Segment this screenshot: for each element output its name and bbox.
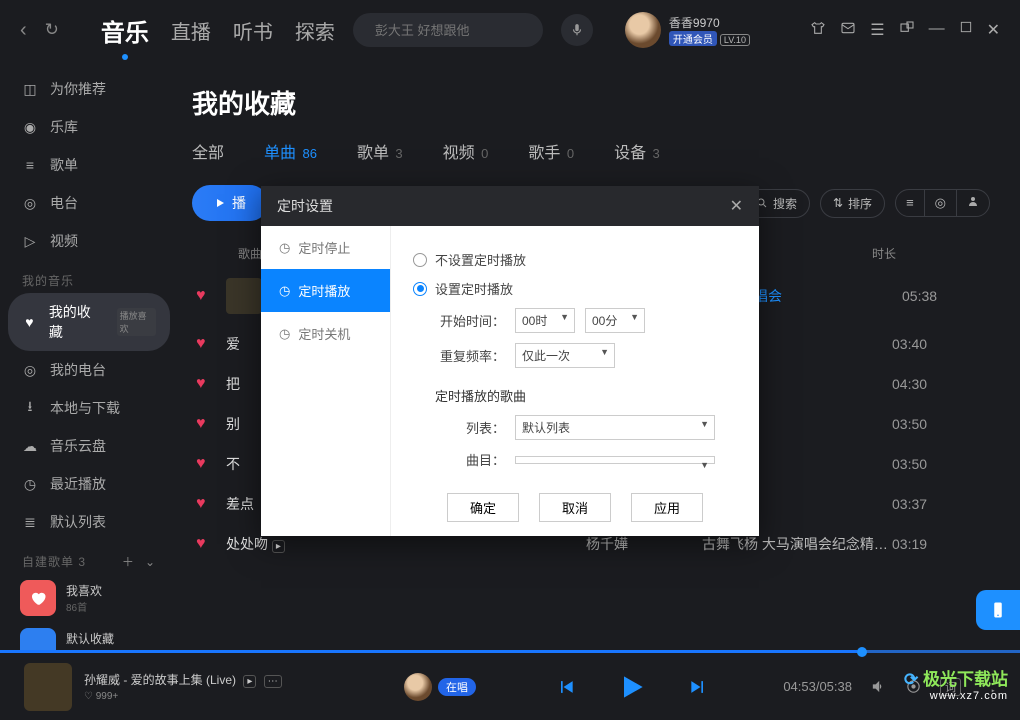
modal-ok-button[interactable]: 确定 [447, 493, 519, 522]
modal-nav-play[interactable]: ◷定时播放 [261, 269, 390, 312]
watermark: ⟳ 极光下载站 www.xz7.com [904, 665, 1008, 702]
timer-songs-title: 定时播放的歌曲 [435, 386, 737, 405]
modal-close-button[interactable]: ✕ [730, 196, 743, 216]
minute-select[interactable]: 00分 [585, 308, 645, 333]
radio-set[interactable]: 设置定时播放 [413, 279, 737, 298]
hour-select[interactable]: 00时 [515, 308, 575, 333]
radio-none[interactable]: 不设置定时播放 [413, 250, 737, 269]
track-label: 曲目： [435, 450, 505, 469]
list-label: 列表： [435, 418, 505, 437]
clock-stop-icon: ◷ [279, 240, 290, 256]
modal-cancel-button[interactable]: 取消 [539, 493, 611, 522]
timer-modal: 定时设置 ✕ ◷定时停止 ◷定时播放 ◷定时关机 不设置定时播放 设置定时播放 … [261, 186, 759, 536]
modal-header: 定时设置 ✕ [261, 186, 759, 226]
modal-nav-shutdown[interactable]: ◷定时关机 [261, 312, 390, 355]
radio-icon [413, 282, 427, 296]
clock-power-icon: ◷ [279, 326, 290, 342]
repeat-label: 重复频率： [435, 346, 505, 365]
modal-apply-button[interactable]: 应用 [631, 493, 703, 522]
timer-modal-mask: 定时设置 ✕ ◷定时停止 ◷定时播放 ◷定时关机 不设置定时播放 设置定时播放 … [0, 0, 1020, 720]
repeat-select[interactable]: 仅此一次 [515, 343, 615, 368]
clock-play-icon: ◷ [279, 283, 290, 299]
start-time-label: 开始时间： [435, 311, 505, 330]
list-select[interactable]: 默认列表 [515, 415, 715, 440]
modal-nav-stop[interactable]: ◷定时停止 [261, 226, 390, 269]
track-select[interactable] [515, 456, 715, 464]
modal-content: 不设置定时播放 设置定时播放 开始时间： 00时 00分 重复频率： 仅此一次 … [391, 226, 759, 536]
radio-icon [413, 253, 427, 267]
modal-nav: ◷定时停止 ◷定时播放 ◷定时关机 [261, 226, 391, 536]
